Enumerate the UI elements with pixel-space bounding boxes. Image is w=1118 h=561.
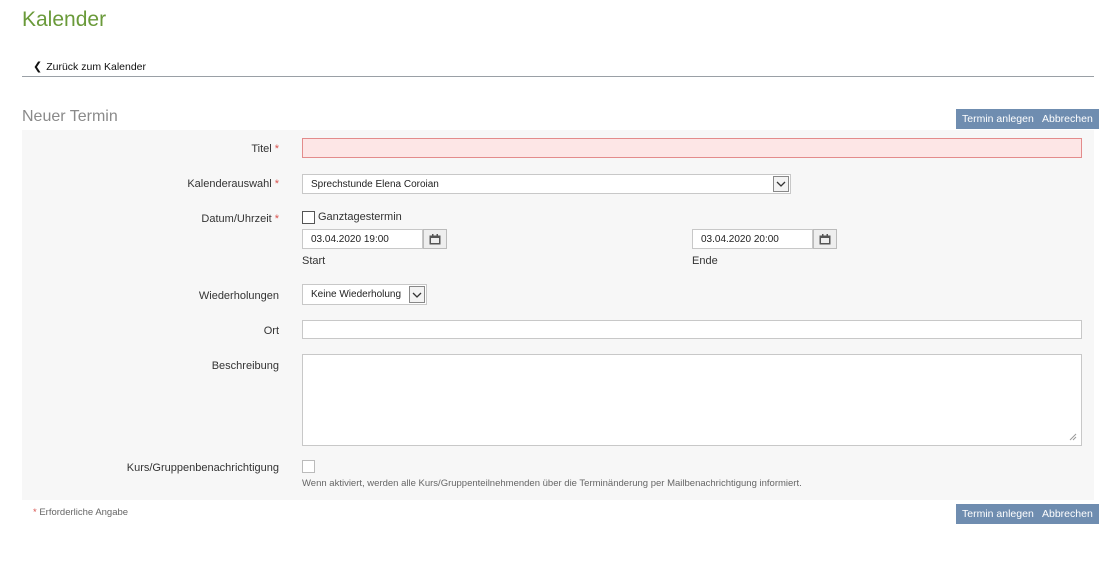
notification-label: Kurs/Gruppenbenachrichtigung: [126, 462, 279, 474]
description-label: Beschreibung: [211, 360, 279, 372]
resize-handle-icon[interactable]: [1069, 433, 1077, 441]
location-input[interactable]: [302, 320, 1082, 339]
repeat-label: Wiederholungen: [198, 290, 279, 302]
all-day-label: Ganztagestermin: [318, 211, 402, 223]
notification-hint: Wenn aktiviert, werden alle Kurs/Gruppen…: [302, 478, 802, 489]
chevron-down-icon: [409, 286, 425, 303]
required-note: * Erforderliche Angabe: [33, 507, 129, 518]
page-title: Kalender: [22, 8, 107, 31]
location-label: Ort: [263, 325, 279, 337]
calendar-icon[interactable]: [423, 229, 447, 249]
end-label: Ende: [692, 255, 718, 267]
calendar-select-label: Kalenderauswahl *: [187, 178, 279, 190]
description-textarea[interactable]: [302, 354, 1082, 446]
all-day-checkbox[interactable]: [302, 211, 315, 224]
calendar-select-value: Sprechstunde Elena Coroian: [311, 178, 439, 190]
start-label: Start: [302, 255, 326, 267]
back-link-label: Zurück zum Kalender: [46, 60, 147, 73]
title-input[interactable]: [302, 138, 1082, 158]
create-appointment-button-top[interactable]: Termin anlegen: [956, 109, 1040, 129]
title-label: Titel *: [251, 143, 279, 155]
end-datetime-input[interactable]: 03.04.2020 20:00: [692, 229, 813, 249]
repeat-select[interactable]: Keine Wiederholung: [302, 284, 427, 305]
header-divider: [22, 76, 1094, 77]
cancel-button-bottom[interactable]: Abbrechen: [1036, 504, 1099, 524]
start-datetime-input[interactable]: 03.04.2020 19:00: [302, 229, 423, 249]
repeat-select-value: Keine Wiederholung: [311, 289, 402, 300]
notification-checkbox[interactable]: [302, 460, 315, 473]
cancel-button-top[interactable]: Abbrechen: [1036, 109, 1099, 129]
chevron-left-icon: ❮: [33, 61, 43, 73]
create-appointment-button-bottom[interactable]: Termin anlegen: [956, 504, 1040, 524]
section-title: Neuer Termin: [22, 108, 118, 125]
datetime-label: Datum/Uhrzeit *: [201, 213, 279, 225]
calendar-select[interactable]: Sprechstunde Elena Coroian: [302, 174, 791, 194]
calendar-icon[interactable]: [813, 229, 837, 249]
back-to-calendar-link[interactable]: ❮ Zurück zum Kalender: [33, 60, 147, 74]
chevron-down-icon: [773, 176, 789, 192]
